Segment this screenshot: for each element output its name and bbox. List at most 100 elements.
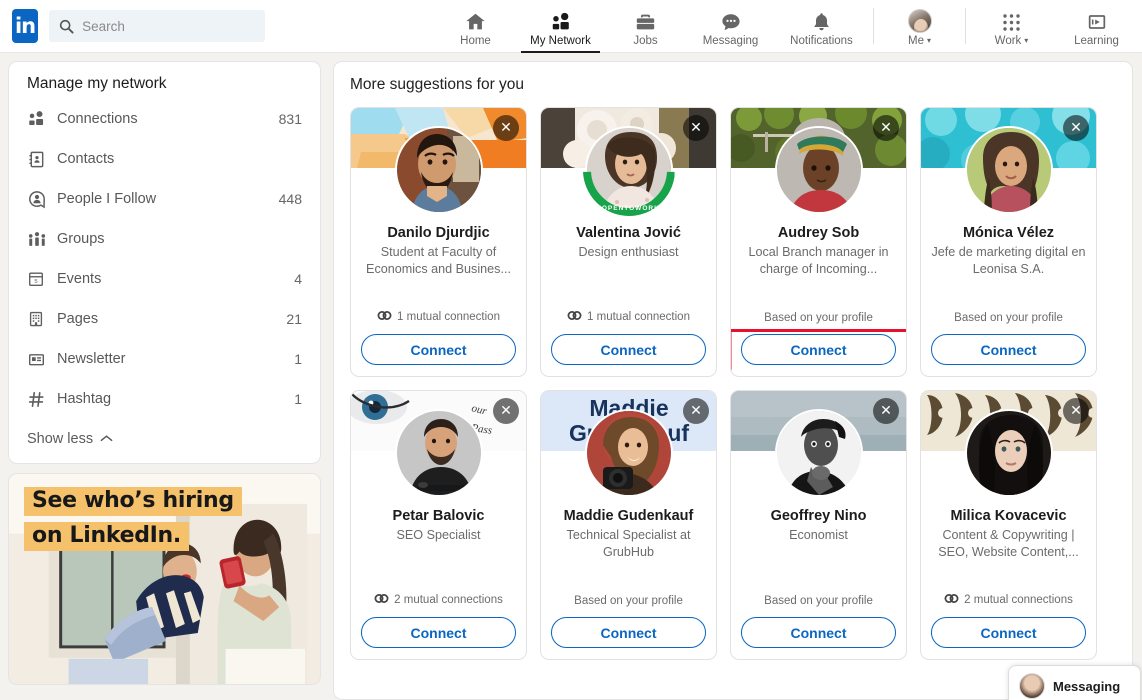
connect-button[interactable]: Connect: [551, 334, 706, 365]
card-meta-text: Based on your profile: [574, 595, 683, 607]
nav-item-home[interactable]: Home: [436, 0, 515, 53]
avatar[interactable]: [774, 409, 863, 497]
newsletter-icon: [27, 351, 57, 368]
card-info: Petar Balovic SEO Specialist 2 mutual co…: [351, 507, 526, 617]
connect-button[interactable]: Connect: [931, 617, 1086, 648]
mutual-connections-icon: [374, 594, 389, 603]
sidebar-item-hashtag[interactable]: Hashtag 1: [9, 379, 320, 419]
connect-button[interactable]: Connect: [741, 334, 896, 365]
card-meta-text: Based on your profile: [954, 312, 1063, 324]
avatar: [907, 8, 932, 33]
card-meta: 2 mutual connections: [944, 593, 1073, 607]
dismiss-card-button[interactable]: ✕: [683, 398, 709, 424]
sidebar-item-contacts[interactable]: Contacts: [9, 139, 320, 179]
suggestion-card[interactable]: ✕ Milica Kovacevic Content & Copywriting…: [920, 390, 1097, 660]
nav-item-messaging[interactable]: Messaging: [685, 0, 776, 53]
card-person-name: Danilo Djurdjic: [387, 225, 490, 241]
connections-icon: [27, 110, 57, 128]
pages-building-icon: [27, 310, 57, 328]
mutual-connections-icon: [377, 310, 392, 324]
nav-item-learning[interactable]: Learning: [1051, 0, 1142, 53]
nav-label-home: Home: [460, 34, 491, 47]
card-avatar-wrap: [584, 409, 673, 497]
nav-item-jobs[interactable]: Jobs: [606, 0, 685, 53]
sidebar-item-people-i-follow[interactable]: People I Follow 448: [9, 179, 320, 219]
messaging-chat-icon: [719, 9, 743, 33]
me-avatar-icon: [907, 8, 932, 33]
connect-button-wrap: Connect: [551, 334, 706, 376]
suggestion-card[interactable]: ✕ Audrey Sob Local Branch manager in cha…: [730, 107, 907, 377]
sidebar-label-contacts: Contacts: [57, 151, 115, 167]
open-to-work-label: #OPENTOWORK: [597, 205, 660, 212]
dismiss-card-button[interactable]: ✕: [873, 115, 899, 141]
sidebar-item-pages[interactable]: Pages 21: [9, 299, 320, 339]
search-input[interactable]: [82, 18, 255, 34]
sidebar-item-connections[interactable]: Connections 831: [9, 99, 320, 139]
avatar[interactable]: [584, 409, 673, 497]
avatar[interactable]: [394, 126, 483, 214]
chevron-down-icon: ▾: [1024, 35, 1029, 45]
card-person-headline: Jefe de marketing digital en Leonisa S.A…: [931, 245, 1086, 277]
card-avatar-wrap: #OPENTOWORK: [582, 126, 675, 216]
connect-button[interactable]: Connect: [361, 334, 516, 365]
dismiss-card-button[interactable]: ✕: [493, 115, 519, 141]
sidebar-item-groups[interactable]: Groups: [9, 219, 320, 259]
hashtag-icon: [27, 390, 57, 409]
promo-line-1: See who’s hiring: [24, 487, 242, 516]
sidebar-item-newsletter[interactable]: Newsletter 1: [9, 339, 320, 379]
card-person-name: Geoffrey Nino: [770, 508, 867, 524]
nav-item-me[interactable]: Me ▾: [880, 0, 959, 53]
manage-network-card: Manage my network Connections 831 Contac…: [8, 61, 321, 464]
suggestion-card[interactable]: ✕ Geoffrey Nino Economist Based on your …: [730, 390, 907, 660]
nav-label-messaging: Messaging: [702, 34, 759, 47]
card-person-headline: Technical Specialist at GrubHub: [566, 528, 691, 560]
connect-button-wrap: Connect: [551, 617, 706, 659]
connect-button[interactable]: Connect: [931, 334, 1086, 365]
main-column: More suggestions for you ✕ Danilo Djurdj…: [330, 53, 1142, 700]
connect-button[interactable]: Connect: [361, 617, 516, 648]
messaging-widget[interactable]: Messaging: [1008, 665, 1141, 700]
suggestion-card[interactable]: ✕ Mónica Vélez Jefe de marketing digital…: [920, 107, 1097, 377]
nav-item-work[interactable]: Work ▾: [972, 0, 1051, 53]
dismiss-card-button[interactable]: ✕: [1063, 398, 1089, 424]
suggestion-card[interactable]: Maddie Gudenkauf ✕ Maddie Gudenkauf Tech…: [540, 390, 717, 660]
suggestion-card[interactable]: ✕ Danilo Djurdjic Student at Faculty of …: [350, 107, 527, 377]
show-less-button[interactable]: Show less: [9, 419, 320, 459]
linkedin-logo[interactable]: in: [12, 9, 39, 43]
card-info: Audrey Sob Local Branch manager in charg…: [731, 224, 906, 334]
manage-network-title: Manage my network: [27, 75, 167, 92]
avatar[interactable]: [964, 126, 1053, 214]
mutual-connections-icon: [944, 593, 959, 607]
card-person-headline: Economist: [789, 528, 848, 543]
promo-banner[interactable]: See who’s hiring on LinkedIn.: [8, 473, 321, 685]
connect-button-wrap: Connect: [741, 334, 896, 376]
avatar[interactable]: [964, 409, 1053, 497]
suggestion-card[interactable]: ✕ #OPENTOWORK Valentina Jović Design ent…: [540, 107, 717, 377]
dismiss-card-button[interactable]: ✕: [1063, 115, 1089, 141]
connect-button-wrap: Connect: [741, 617, 896, 659]
card-avatar-wrap: [964, 409, 1053, 497]
sidebar-count-people-i-follow: 448: [278, 191, 302, 207]
dismiss-card-button[interactable]: ✕: [873, 398, 899, 424]
avatar[interactable]: [394, 409, 483, 497]
search-box[interactable]: [49, 10, 265, 42]
sidebar-label-newsletter: Newsletter: [57, 351, 126, 367]
connect-button[interactable]: Connect: [741, 617, 896, 648]
dismiss-card-button[interactable]: ✕: [683, 115, 709, 141]
sidebar-label-people-i-follow: People I Follow: [57, 191, 157, 207]
nav-item-my-network[interactable]: My Network: [515, 0, 606, 53]
mutual-connections-icon: [567, 310, 582, 324]
connect-button[interactable]: Connect: [551, 617, 706, 648]
sidebar-label-pages: Pages: [57, 311, 99, 327]
nav-item-notifications[interactable]: Notifications: [776, 0, 867, 53]
suggestion-card-grid: ✕ Danilo Djurdjic Student at Faculty of …: [350, 107, 1116, 660]
card-person-headline: Student at Faculty of Economics and Busi…: [366, 245, 511, 277]
sidebar-item-events[interactable]: 5 Events 4: [9, 259, 320, 299]
card-info: Valentina Jović Design enthusiast 1 mutu…: [541, 224, 716, 334]
my-network-icon: [549, 9, 573, 33]
avatar[interactable]: [774, 126, 863, 214]
card-avatar-wrap: [774, 409, 863, 497]
suggestion-card[interactable]: our Pass ✕ Petar Balovic SEO Specialist: [350, 390, 527, 660]
dismiss-card-button[interactable]: ✕: [493, 398, 519, 424]
connect-button-wrap: Connect: [931, 334, 1086, 376]
